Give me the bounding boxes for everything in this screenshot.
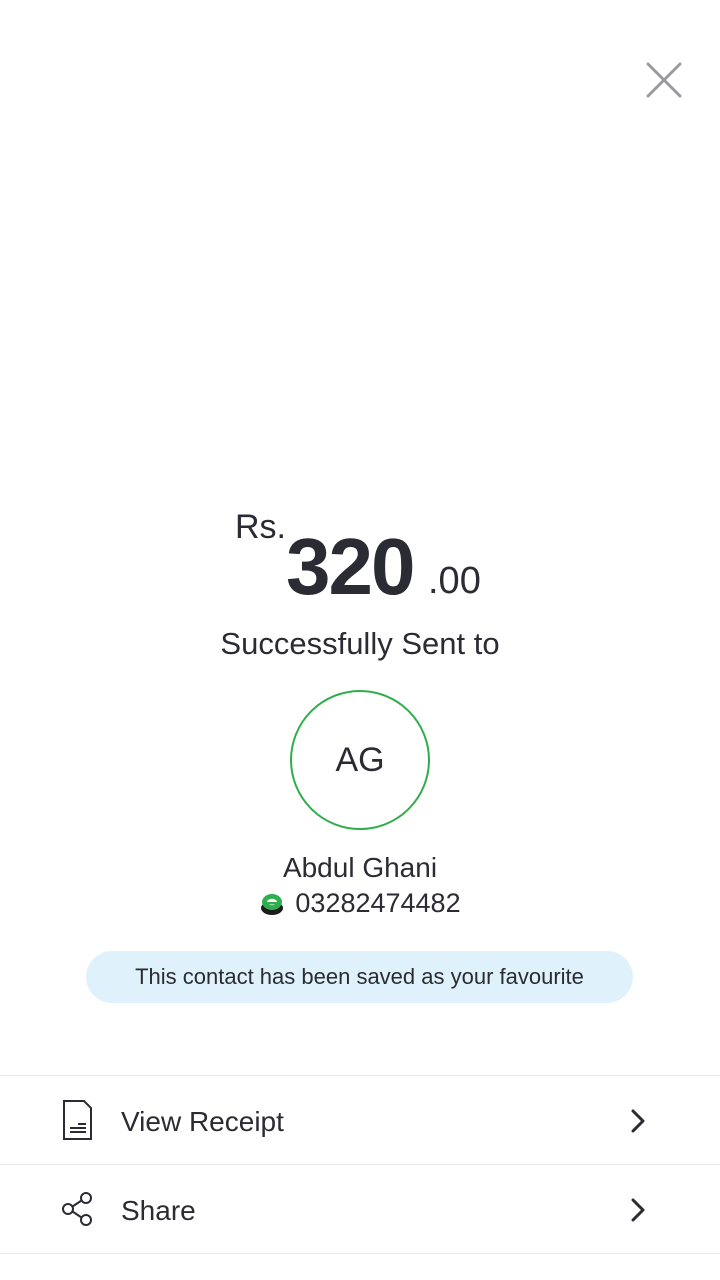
chevron-right-icon (631, 1109, 645, 1133)
amount-fraction: .00 (428, 560, 481, 602)
phone-number: 03282474482 (295, 888, 461, 918)
close-button[interactable] (642, 58, 686, 102)
recipient-phone-row: 03282474482 (0, 888, 720, 919)
receipt-icon (63, 1100, 92, 1140)
action-menu: View Receipt Share (0, 1075, 720, 1254)
favourite-banner: This contact has been saved as your favo… (86, 951, 633, 1003)
payment-success-screen: Rs. 320 .00 Successfully Sent to AG Abdu… (0, 0, 720, 1280)
share-button[interactable]: Share (0, 1164, 720, 1254)
avatar-initials: AG (335, 740, 385, 779)
share-icon (62, 1192, 92, 1226)
view-receipt-button[interactable]: View Receipt (0, 1075, 720, 1164)
recipient-name: Abdul Ghani (282, 852, 438, 883)
avatar: AG (290, 690, 430, 830)
favourite-banner-text: This contact has been saved as your favo… (135, 964, 584, 989)
view-receipt-label: View Receipt (121, 1106, 284, 1137)
amount-whole: 320 (286, 522, 415, 611)
close-icon (646, 62, 682, 98)
chevron-right-icon (631, 1198, 645, 1222)
share-label: Share (121, 1195, 196, 1226)
status-text: Successfully Sent to (220, 626, 500, 661)
currency-label: Rs. (235, 508, 286, 546)
amount-display: Rs. 320 .00 (0, 500, 720, 611)
easypaisa-logo-icon (261, 893, 284, 915)
